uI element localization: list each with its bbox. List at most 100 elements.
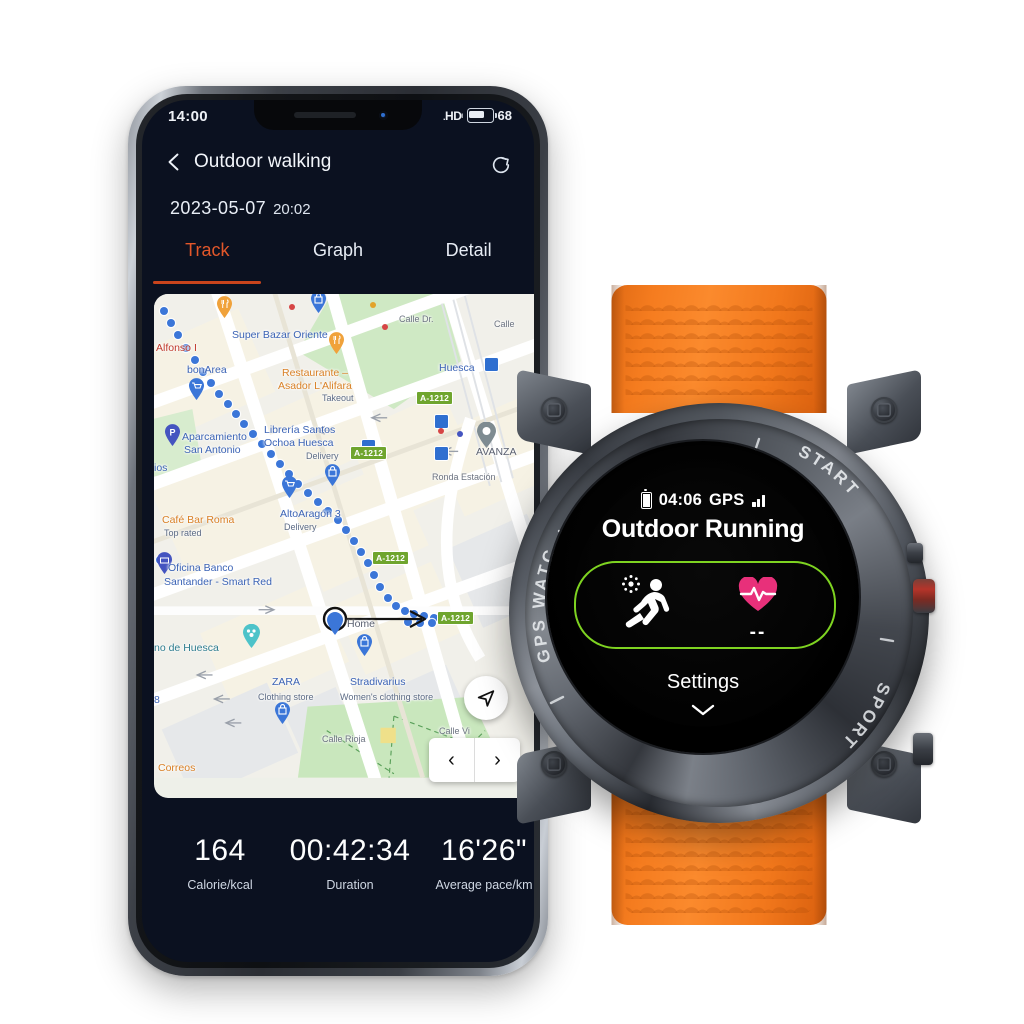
chevron-down-icon[interactable] <box>690 703 716 717</box>
tab-bar: Track Graph Detail <box>142 236 534 278</box>
map-label: AltoAragón 3 <box>280 508 341 520</box>
road-shield: A-1212 <box>416 391 454 405</box>
session-time: 20:02 <box>273 201 311 218</box>
map-label: Alfonso I <box>156 342 197 354</box>
lug-screw-top-right <box>871 397 897 423</box>
stat-duration-label: Duration <box>326 878 374 892</box>
battery-icon <box>640 489 652 509</box>
watch-display[interactable]: 04:06 GPS Outdoor Running -- Settings <box>547 441 859 753</box>
tab-detail[interactable]: Detail <box>403 236 534 278</box>
map-label: Clothing store <box>258 692 314 702</box>
map-label: Correos <box>158 762 196 774</box>
map-label: Calle Dr. <box>399 314 434 324</box>
road-shield: A-1212 <box>372 551 410 565</box>
watch-screen-title: Outdoor Running <box>601 515 805 543</box>
stat-calorie: 164 Calorie/kcal <box>160 834 280 892</box>
map-label: Ronda Estación <box>432 472 496 482</box>
app-navbar: Outdoor walking <box>142 146 534 190</box>
watch-sport-button[interactable] <box>913 733 933 765</box>
map-label: ZARA <box>272 676 301 688</box>
front-camera <box>379 111 388 120</box>
map-label: Aparcamiento <box>182 431 247 443</box>
map-label: Café Bar Roma <box>162 514 235 526</box>
map-label: Stradivarius <box>350 676 406 688</box>
prev-button[interactable]: ‹ <box>429 738 474 782</box>
battery-icon <box>466 108 497 123</box>
tab-graph[interactable]: Graph <box>273 236 404 278</box>
map-label: Delivery <box>284 522 317 532</box>
shop-pin-icon <box>325 464 340 486</box>
watch-button-top-right[interactable] <box>907 543 923 563</box>
map-label: Restaurante – <box>282 367 348 379</box>
tab-track[interactable]: Track <box>142 236 273 278</box>
restaurant-pin-icon <box>217 296 232 318</box>
session-date: 2023-05-07 <box>170 198 267 218</box>
watch-start-button[interactable] <box>913 579 935 613</box>
watch-case: GPS WATCH START SPORT <box>509 403 935 823</box>
grocery-pin-icon <box>189 378 204 400</box>
heart-rate-icon <box>738 576 778 611</box>
lug-screw-bottom-left <box>541 751 567 777</box>
map-label: Calle Vi <box>439 726 470 736</box>
map-label: Takeout <box>322 393 354 403</box>
map-label: no de Huesca <box>154 642 219 654</box>
map-label: Librería Santos <box>264 424 336 436</box>
signal-bars-icon <box>752 494 766 507</box>
map-label: Top rated <box>164 528 202 538</box>
battery-percent: 68 <box>497 108 512 123</box>
map-label: Super Bazar Oriente <box>232 329 328 341</box>
phone-notch <box>254 100 422 130</box>
strap-edge-right <box>813 285 827 413</box>
lug-screw-top-left <box>541 397 567 423</box>
stat-duration: 00:42:34 Duration <box>270 834 430 892</box>
map-view[interactable]: P Alfonso I Super Bazar Oriente bonArea … <box>154 294 534 798</box>
status-time: 14:00 <box>168 108 208 125</box>
page-title: Outdoor walking <box>194 151 332 172</box>
hd-voice-icon: .HDᴵ <box>443 108 463 123</box>
refresh-icon[interactable] <box>490 154 512 176</box>
map-label: San Antonio <box>184 444 241 456</box>
map-label: Ochoa Huesca <box>264 437 334 449</box>
smartwatch-device: GPS WATCH START SPORT <box>489 285 949 925</box>
stats-bar: 164 Calorie/kcal 00:42:34 Duration 16'26… <box>142 822 534 932</box>
map-label: bonArea <box>187 364 227 376</box>
back-chevron-icon[interactable] <box>164 152 184 172</box>
lug-screw-bottom-right <box>871 751 897 777</box>
product-scene: 14:00 .HDᴵ 68 Outdoor walking 2023-05-07… <box>0 0 1024 1024</box>
map-label: Oficina Banco <box>168 562 234 574</box>
map-label: Calle Rioja <box>322 734 366 744</box>
strap-edge-left <box>611 285 625 413</box>
bus-stop-icon <box>434 414 449 429</box>
bus-stop-icon <box>434 446 449 461</box>
map-label: 8 <box>154 694 160 706</box>
stat-duration-value: 00:42:34 <box>289 834 411 867</box>
road-shield: A-1212 <box>350 446 388 460</box>
restaurant-pin-icon <box>329 332 344 354</box>
shop-pin-icon <box>357 634 372 656</box>
stat-calorie-label: Calorie/kcal <box>187 878 253 892</box>
shop-pin-icon <box>275 702 290 724</box>
map-label: Huesca <box>439 362 475 374</box>
heart-rate-widget: -- <box>728 576 788 644</box>
map-label: Women's clothing store <box>340 692 434 702</box>
workout-card[interactable]: -- <box>574 561 836 649</box>
map-label: Santander - Smart Red <box>164 576 272 588</box>
watch-status-bar: 04:06 GPS <box>547 489 859 510</box>
gps-label: GPS <box>709 491 745 509</box>
parking-pin-icon: P <box>165 424 180 446</box>
map-label: Asador L'Alifara <box>278 380 352 392</box>
map-label: Delivery <box>306 451 339 461</box>
shop-pin-icon <box>311 294 326 313</box>
svg-text:P: P <box>169 428 175 438</box>
running-person-icon <box>622 575 670 628</box>
settings-label[interactable]: Settings <box>547 671 859 694</box>
attraction-pin-icon <box>243 624 260 648</box>
phone-screen: 14:00 .HDᴵ 68 Outdoor walking 2023-05-07… <box>142 100 534 962</box>
phone-device: 14:00 .HDᴵ 68 Outdoor walking 2023-05-07… <box>128 86 679 976</box>
earpiece-speaker <box>294 112 356 118</box>
watch-strap-top <box>611 285 827 413</box>
heart-rate-value: -- <box>749 622 767 643</box>
phone-bezel: 14:00 .HDᴵ 68 Outdoor walking 2023-05-07… <box>136 94 540 968</box>
home-pin-icon <box>327 612 343 635</box>
watch-time: 04:06 <box>658 491 702 509</box>
